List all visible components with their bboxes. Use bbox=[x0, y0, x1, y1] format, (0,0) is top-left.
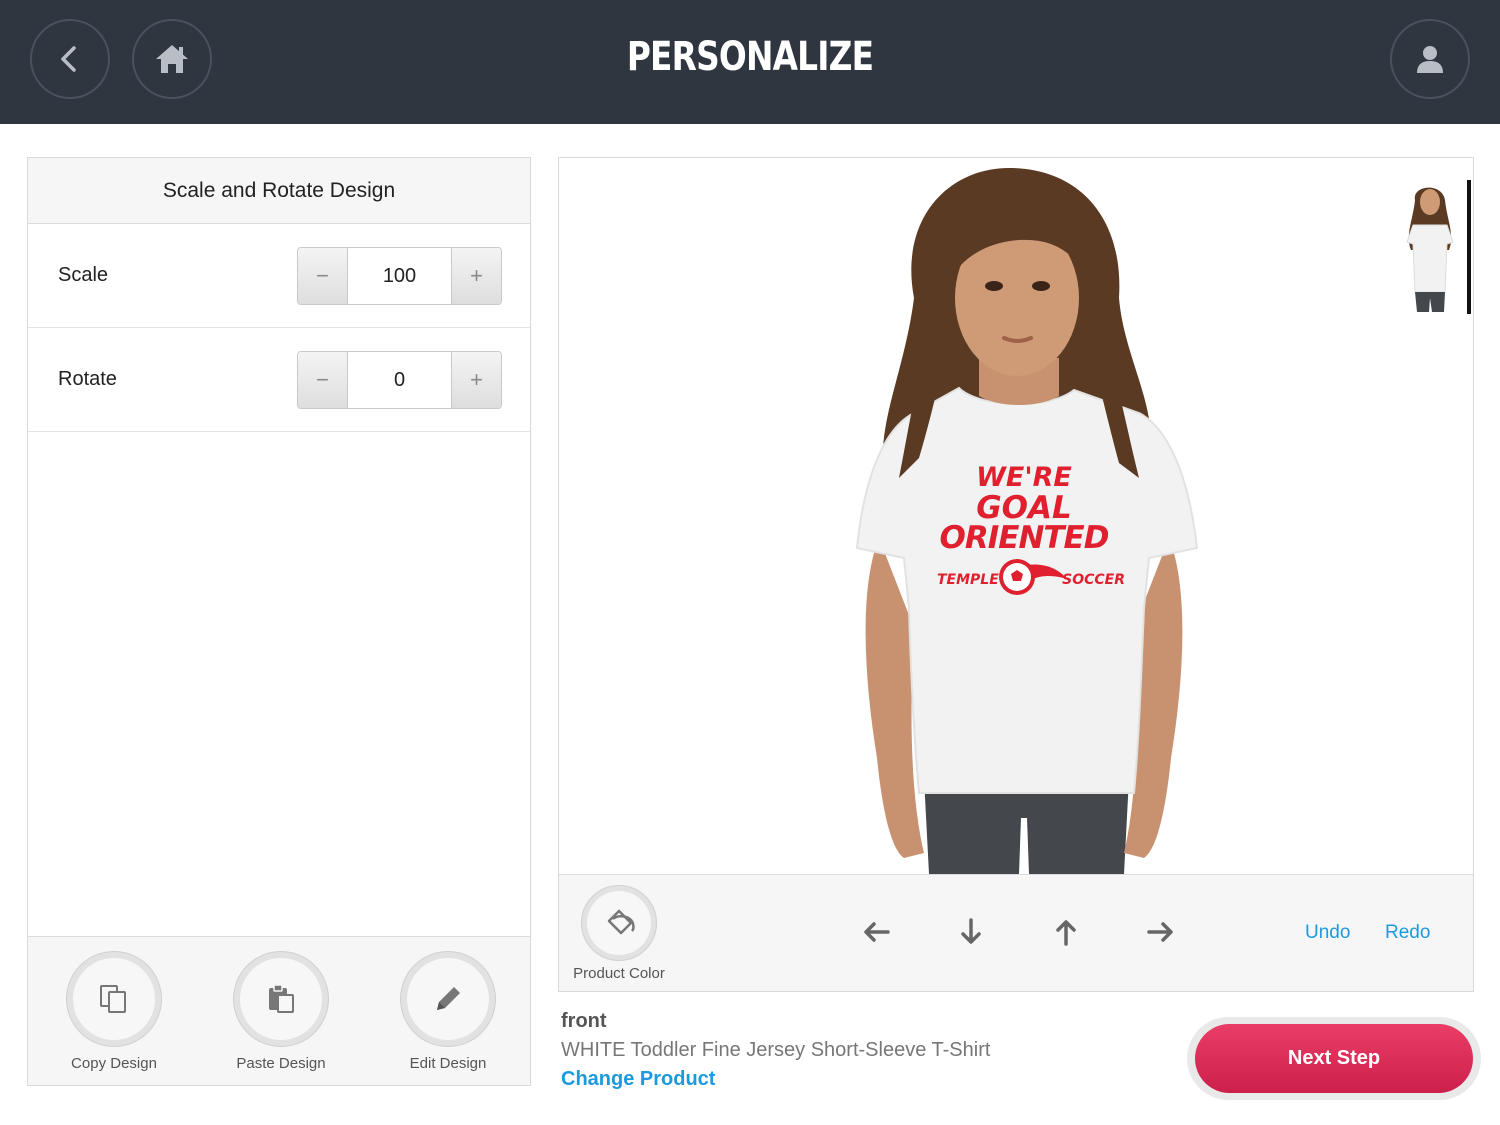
next-step-button[interactable]: Next Step bbox=[1195, 1024, 1473, 1093]
undo-link[interactable]: Undo bbox=[1305, 922, 1350, 944]
design-line-3: ORIENTED bbox=[939, 520, 1110, 556]
scale-input[interactable] bbox=[348, 248, 451, 304]
rotate-stepper: − + bbox=[297, 351, 502, 409]
design-right-word: SOCCER bbox=[1062, 572, 1125, 588]
user-icon bbox=[1417, 46, 1443, 73]
design-line-2: GOAL bbox=[976, 490, 1072, 526]
paste-design-button[interactable]: Paste Design bbox=[216, 951, 346, 1072]
scale-rotate-panel: Scale and Rotate Design Scale − + Rotate… bbox=[27, 157, 531, 1086]
move-up-button[interactable] bbox=[1049, 917, 1083, 947]
design-left-word: TEMPLE bbox=[937, 572, 999, 588]
design-line-1: WE'RE bbox=[976, 462, 1072, 493]
scale-stepper: − + bbox=[297, 247, 502, 305]
copy-design-button[interactable]: Copy Design bbox=[49, 951, 179, 1072]
product-color-button[interactable]: Product Color bbox=[569, 885, 669, 982]
move-down-button[interactable] bbox=[954, 917, 988, 947]
scale-row: Scale − + bbox=[28, 224, 530, 328]
paint-bucket-icon bbox=[607, 909, 635, 935]
change-product-link[interactable]: Change Product bbox=[561, 1068, 715, 1091]
copy-design-label: Copy Design bbox=[71, 1055, 157, 1072]
copy-icon bbox=[100, 985, 126, 1013]
rotate-increase-button[interactable]: + bbox=[451, 352, 501, 408]
arrow-up-icon bbox=[1056, 920, 1076, 946]
account-button[interactable] bbox=[1390, 19, 1470, 99]
move-right-button[interactable] bbox=[1144, 917, 1178, 947]
product-side: front bbox=[561, 1010, 607, 1032]
pencil-icon bbox=[437, 987, 460, 1010]
paste-icon bbox=[269, 984, 294, 1013]
rotate-row: Rotate − + bbox=[28, 328, 530, 432]
edit-design-label: Edit Design bbox=[409, 1055, 487, 1072]
soccer-ball-icon bbox=[999, 559, 1067, 595]
scale-label: Scale bbox=[58, 264, 109, 286]
redo-link[interactable]: Redo bbox=[1385, 922, 1430, 944]
arrow-right-icon bbox=[1147, 922, 1173, 942]
product-preview: WE'RE GOAL ORIENTED TEMPLE SOCCER Produc… bbox=[558, 157, 1474, 992]
page-title: PERSONALIZE bbox=[626, 34, 874, 80]
scale-decrease-button[interactable]: − bbox=[298, 248, 348, 304]
design-canvas[interactable]: WE'RE GOAL ORIENTED TEMPLE SOCCER bbox=[559, 158, 1473, 874]
thumbnail-image bbox=[1406, 187, 1454, 312]
paste-design-label: Paste Design bbox=[236, 1055, 326, 1072]
rotate-label: Rotate bbox=[58, 368, 117, 390]
edit-design-button[interactable]: Edit Design bbox=[383, 951, 513, 1072]
product-color-label: Product Color bbox=[573, 965, 665, 982]
stage-toolbar: Product Color Undo Redo bbox=[559, 874, 1473, 991]
arrow-left-icon bbox=[864, 922, 890, 942]
shirt-design[interactable]: WE'RE GOAL ORIENTED TEMPLE SOCCER bbox=[937, 462, 1125, 597]
view-thumbnail-front[interactable] bbox=[1387, 180, 1471, 314]
top-bar: PERSONALIZE bbox=[0, 0, 1500, 124]
product-name: WHITE Toddler Fine Jersey Short-Sleeve T… bbox=[561, 1039, 991, 1061]
move-left-button[interactable] bbox=[859, 917, 893, 947]
scale-increase-button[interactable]: + bbox=[451, 248, 501, 304]
rotate-input[interactable] bbox=[348, 352, 451, 408]
next-step-wrapper: Next Step bbox=[1187, 1017, 1481, 1100]
arrow-down-icon bbox=[961, 918, 981, 944]
design-tools-bar: Copy Design Paste Design Edit Design bbox=[28, 936, 530, 1085]
panel-title: Scale and Rotate Design bbox=[28, 158, 530, 224]
chevron-left-icon bbox=[61, 46, 76, 72]
back-button[interactable] bbox=[30, 19, 110, 99]
rotate-decrease-button[interactable]: − bbox=[298, 352, 348, 408]
